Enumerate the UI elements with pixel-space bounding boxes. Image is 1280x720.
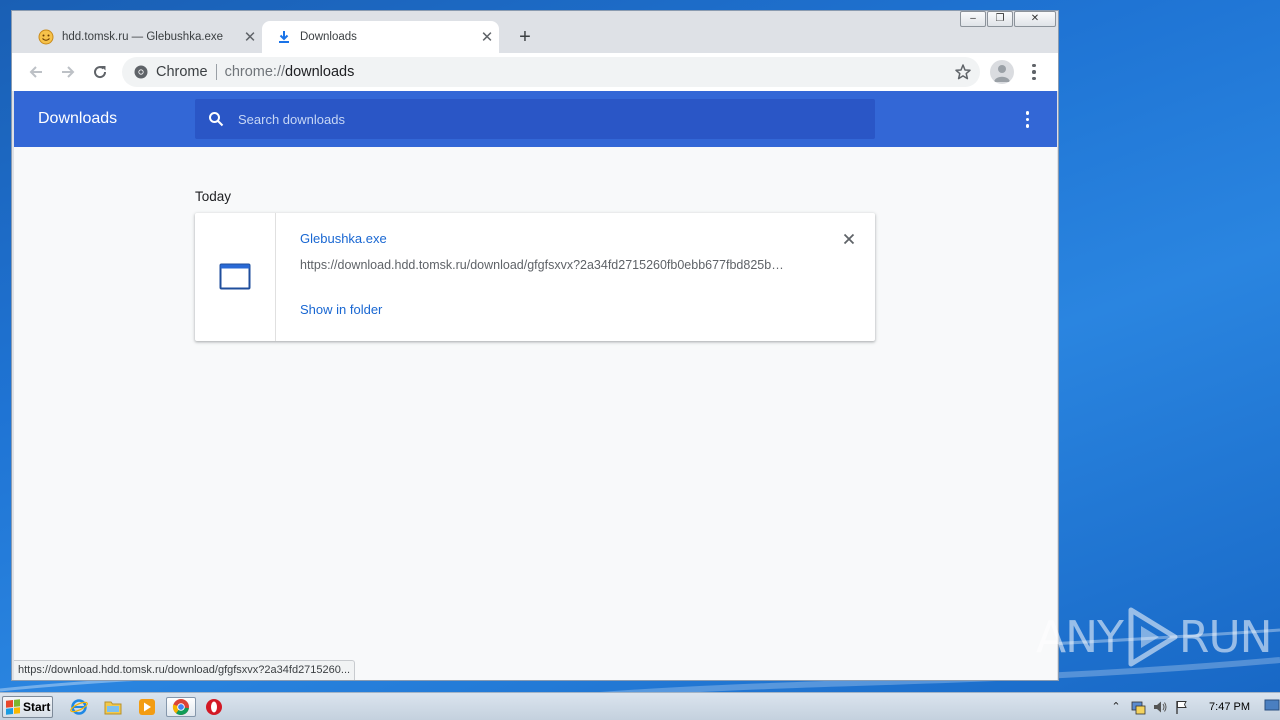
file-source-url[interactable]: https://download.hdd.tomsk.ru/download/g… [300,258,800,272]
date-section-label: Today [195,189,232,204]
tab-hdd-tomsk[interactable]: hdd.tomsk.ru — Glebushka.exe ✕ [24,21,262,53]
windows-logo-icon [6,699,20,715]
download-item-card: Glebushka.exe https://download.hdd.tomsk… [195,213,875,341]
watermark-text-left: ANY [1036,611,1124,663]
forward-button[interactable] [52,58,84,86]
chrome-icon[interactable] [166,697,196,717]
page-title: Downloads [38,110,118,127]
search-icon [209,112,224,127]
omnibox-chip: Chrome [156,64,208,80]
start-label: Start [23,700,51,714]
omnibox-separator [215,64,217,80]
search-box[interactable] [195,99,875,139]
action-center-icon[interactable] [1127,697,1149,717]
tab-close-icon[interactable]: ✕ [238,28,262,46]
status-bubble: https://download.hdd.tomsk.ru/download/g… [14,660,356,680]
downloads-page: Downloads Today Glebushka.exe https://do… [14,91,1057,680]
download-icon [276,29,292,45]
watermark-text-right: RUN [1178,611,1273,663]
system-tray: ⌃ 7:47 PM [1105,693,1280,720]
person-icon [994,65,1010,82]
file-icon-column [195,213,276,341]
bookmark-star-icon[interactable] [954,63,972,85]
arrow-right-icon [62,66,75,78]
close-window-button[interactable]: ✕ [1014,11,1056,27]
network-flag-icon[interactable] [1171,697,1193,717]
anyrun-watermark: ANY RUN [1036,606,1273,668]
show-desktop-button[interactable] [1264,697,1280,717]
windows-taskbar: Start ⌃ 7:47 PM [0,692,1280,720]
search-input[interactable] [238,111,838,127]
arrow-left-icon [29,66,42,78]
chrome-window: hdd.tomsk.ru — Glebushka.exe ✕ Downloads… [11,10,1059,681]
address-bar[interactable]: Chrome chrome://downloads [122,57,980,87]
tab-title: hdd.tomsk.ru — Glebushka.exe [62,31,224,43]
window-controls: – ❐ ✕ [959,11,1056,27]
play-logo-icon [1128,607,1178,667]
downloads-header: Downloads [14,91,1057,147]
minimize-button[interactable]: – [960,11,986,27]
url-path: downloads [285,64,355,80]
back-button[interactable] [20,58,52,86]
reload-button[interactable] [84,58,116,86]
remove-item-close-icon[interactable] [841,231,857,247]
restore-button[interactable]: ❐ [987,11,1013,27]
tab-title: Downloads [300,31,357,43]
start-button[interactable]: Start [2,696,53,718]
tab-strip: hdd.tomsk.ru — Glebushka.exe ✕ Downloads… [12,11,1058,53]
profile-avatar-button[interactable] [990,60,1014,84]
volume-icon[interactable] [1149,697,1171,717]
file-name-link[interactable]: Glebushka.exe [300,231,387,246]
taskbar-clock[interactable]: 7:47 PM [1209,701,1250,713]
show-hidden-icons-button[interactable]: ⌃ [1105,697,1127,717]
browser-toolbar: Chrome chrome://downloads [12,53,1058,91]
url-scheme: chrome:// [224,64,286,80]
chrome-logo-icon [134,65,148,79]
browser-menu-button[interactable] [1026,61,1042,83]
smiley-favicon-icon [38,29,54,45]
opera-icon[interactable] [201,697,227,717]
explorer-icon[interactable] [100,697,126,717]
tab-downloads[interactable]: Downloads ✕ [262,21,499,53]
show-in-folder-link[interactable]: Show in folder [300,302,382,317]
window-file-icon [219,263,251,290]
tab-close-icon[interactable]: ✕ [475,28,499,46]
new-tab-button[interactable]: + [513,25,537,49]
reload-icon [94,66,107,79]
ie-icon[interactable] [66,697,92,717]
more-actions-button[interactable] [1025,111,1029,128]
media-player-icon[interactable] [134,697,160,717]
